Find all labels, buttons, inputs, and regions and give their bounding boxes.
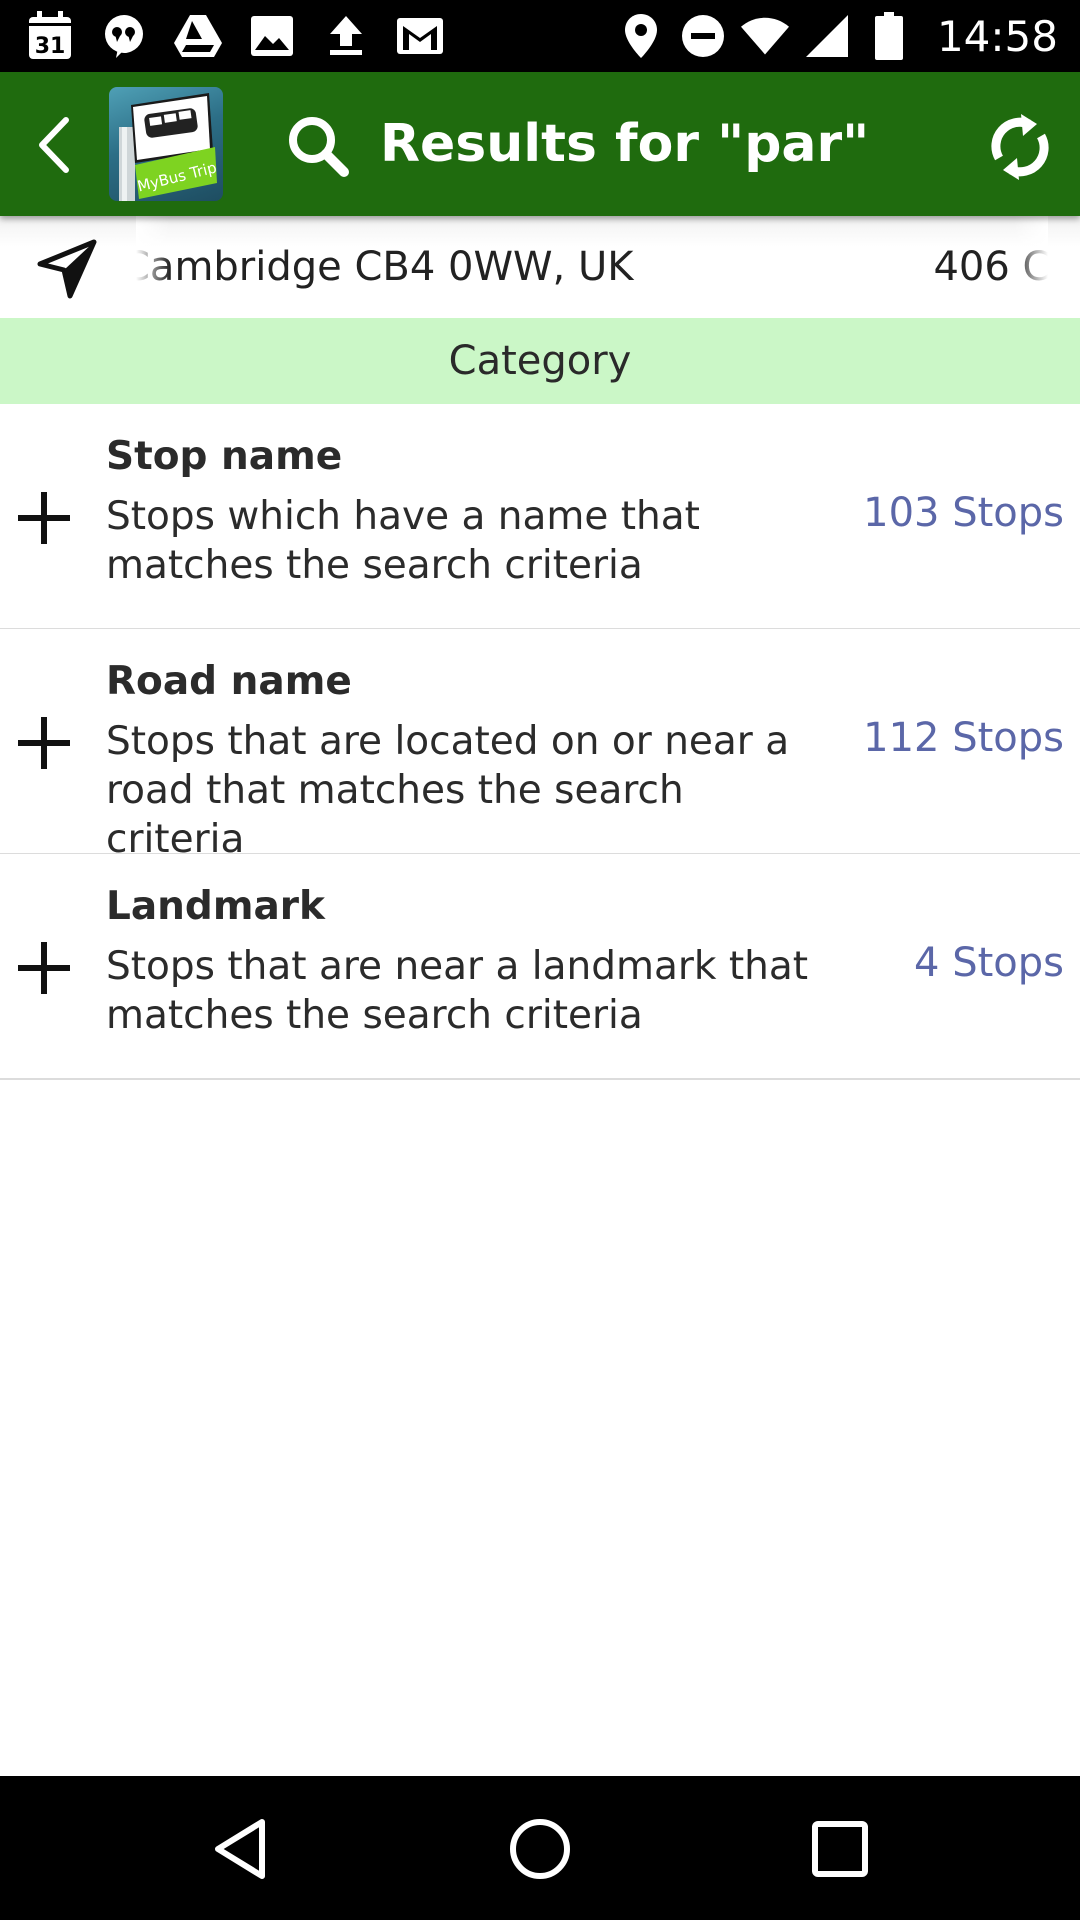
battery-icon: [865, 10, 913, 62]
result-row-road-name[interactable]: Road name Stops that are located on or n…: [0, 629, 1080, 862]
refresh-icon: [991, 114, 1049, 180]
navigation-bar: [0, 1776, 1080, 1920]
chevron-left-icon: [39, 117, 69, 173]
gmail-icon: [394, 10, 446, 62]
back-triangle-icon: [215, 1819, 265, 1879]
home-circle-icon: [510, 1819, 570, 1879]
upload-icon: [320, 10, 372, 62]
status-time: 14:58: [936, 11, 1058, 61]
result-count: 112 Stops: [863, 715, 1064, 761]
result-row-landmark[interactable]: Landmark Stops that are near a landmark …: [0, 854, 1080, 1080]
search-icon: [286, 114, 350, 178]
category-header: Category: [0, 318, 1080, 404]
system-icons: 14:58: [603, 0, 1058, 72]
recents-square-icon: [812, 1821, 868, 1877]
signal-icon: [803, 10, 851, 62]
plus-icon[interactable]: [16, 940, 72, 996]
result-row-stop-name[interactable]: Stop name Stops which have a name that m…: [0, 404, 1080, 630]
navigation-arrow-icon: [36, 238, 98, 300]
wifi-icon: [740, 10, 789, 62]
plus-icon[interactable]: [16, 715, 72, 771]
refresh-button[interactable]: [985, 112, 1055, 182]
result-title: Stop name: [106, 434, 343, 479]
plus-icon[interactable]: [16, 490, 72, 546]
result-count: 4 Stops: [914, 940, 1064, 986]
page-title: Results for "par": [380, 114, 870, 174]
calendar-day: 31: [35, 34, 66, 59]
back-button[interactable]: [22, 110, 92, 180]
location-marquee: Cambridge CB4 0WW, UK406 Cam: [136, 216, 1048, 318]
result-count: 103 Stops: [863, 490, 1064, 536]
result-title: Road name: [106, 659, 352, 704]
app-logo[interactable]: MyBus Trip: [109, 87, 223, 201]
calendar-icon: 31: [24, 10, 76, 62]
result-description: Stops that are located on or near a road…: [106, 719, 790, 862]
location-text: Cambridge CB4 0WW, UK: [136, 244, 634, 290]
do-not-disturb-icon: [679, 10, 727, 62]
quote-icon: [98, 10, 150, 62]
current-location-bar[interactable]: Cambridge CB4 0WW, UK406 Cam: [0, 216, 1080, 318]
image-icon: [246, 10, 298, 62]
nav-back-button[interactable]: [206, 1814, 276, 1884]
bus-stop-icon: MyBus Trip: [119, 93, 218, 201]
status-bar: 31 14:58: [0, 0, 1080, 72]
nav-home-button[interactable]: [505, 1814, 575, 1884]
result-description: Stops that are near a landmark that matc…: [106, 944, 809, 1038]
location-pin-icon: [617, 10, 665, 62]
notification-icons: 31: [24, 0, 468, 72]
app-bar: MyBus Trip Results for "par": [0, 72, 1080, 216]
result-title: Landmark: [106, 884, 325, 929]
drive-icon: [172, 10, 224, 62]
result-description: Stops which have a name that matches the…: [106, 494, 700, 588]
nav-recents-button[interactable]: [805, 1814, 875, 1884]
